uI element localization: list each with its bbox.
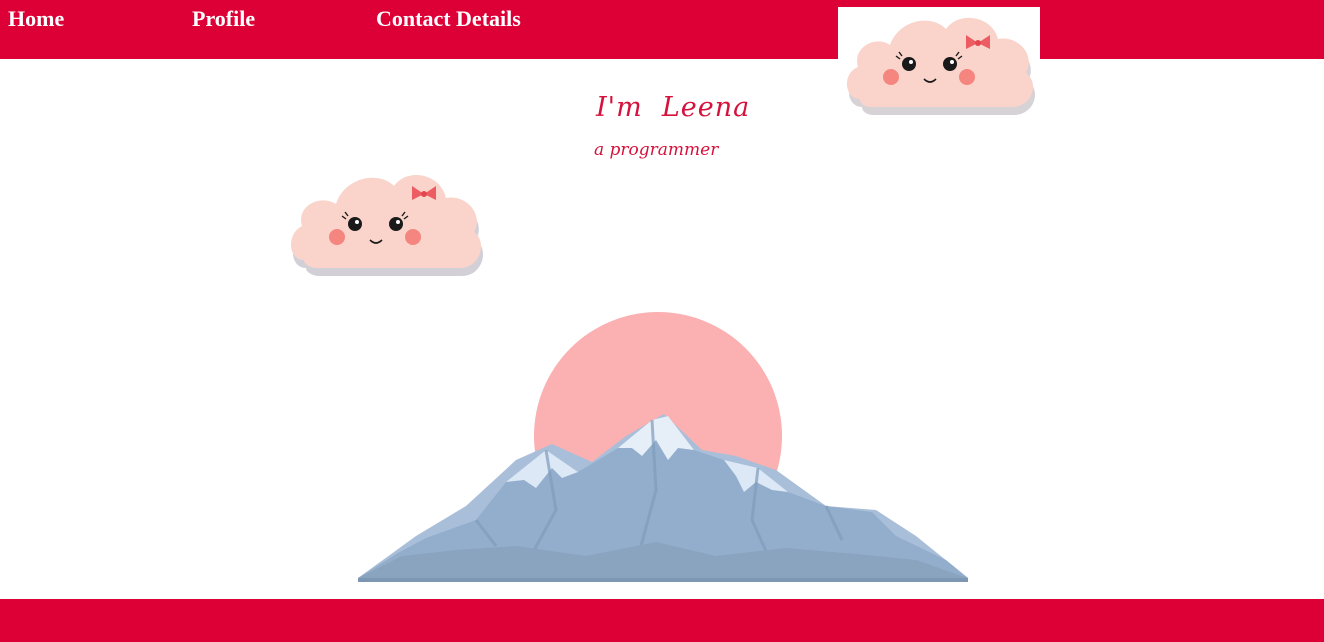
hero-subtitle: a programmer [594,140,719,160]
nav-link-profile[interactable]: Profile [192,6,255,32]
top-cloud-image [838,7,1040,129]
page: Home Profile Contact Details I'm Leena a [0,0,1324,642]
nav-link-home[interactable]: Home [8,6,64,32]
mountain-sunset-image [356,310,970,582]
hero-title: I'm Leena [596,92,751,123]
nav-link-contact-details[interactable]: Contact Details [376,6,521,32]
mountain-icon [358,312,968,582]
cloud-icon [846,17,1036,115]
footer-bar [0,599,1324,642]
top-navigation-bar: Home Profile Contact Details [0,0,1324,59]
left-cloud-image [286,162,488,288]
cloud-icon [290,174,484,276]
